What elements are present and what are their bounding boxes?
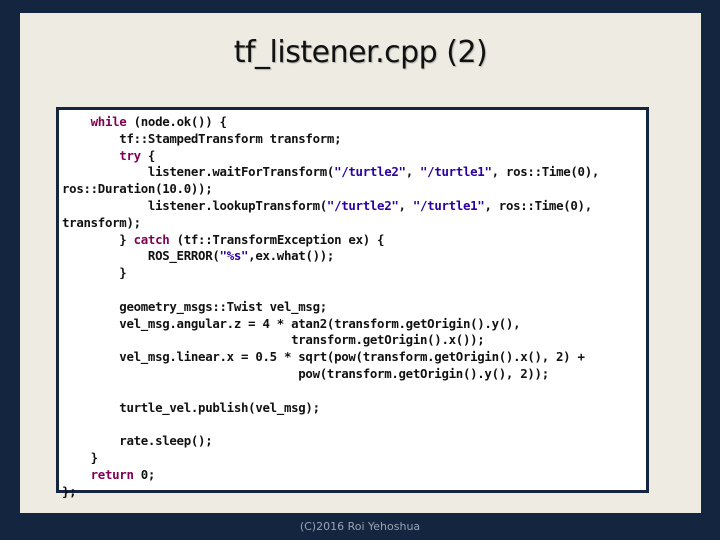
- code-text: transform);: [62, 214, 141, 230]
- code-text: };: [62, 483, 77, 499]
- code-block: while (node.ok()) { tf::StampedTransform…: [56, 107, 649, 499]
- code-text: 0;: [133, 466, 156, 482]
- code-text: }: [62, 231, 134, 247]
- code-line: }: [62, 265, 126, 280]
- code-text: , ros::Time(0),: [484, 197, 592, 213]
- code-line: vel_msg.linear.x = 0.5 * sqrt(pow(transf…: [62, 349, 585, 364]
- code-text: transform.getOrigin().x());: [62, 332, 485, 348]
- code-string: "/turtle1": [412, 197, 485, 213]
- slide-footer-copyright: (C)2016 Roi Yehoshua: [299, 520, 421, 533]
- code-text: turtle_vel.publish(vel_msg);: [62, 399, 320, 415]
- code-line: ROS_ERROR("%s",ex.what());: [62, 248, 334, 263]
- code-line: geometry_msgs::Twist vel_msg;: [62, 299, 327, 314]
- code-text: (tf::TransformException ex) {: [169, 231, 385, 247]
- code-keyword: return: [90, 466, 134, 482]
- code-text: }: [62, 265, 127, 281]
- code-listing: while (node.ok()) { tf::StampedTransform…: [62, 114, 599, 500]
- code-text: vel_msg.linear.x = 0.5 * sqrt(pow(transf…: [62, 349, 585, 365]
- code-text: ,: [405, 164, 421, 180]
- code-text: ,ex.what());: [248, 248, 335, 264]
- code-text: geometry_msgs::Twist vel_msg;: [62, 298, 327, 314]
- code-text: tf::StampedTransform transform;: [62, 130, 342, 146]
- code-keyword: try: [119, 147, 141, 163]
- code-string: "%s": [219, 248, 249, 264]
- code-line: transform);: [62, 215, 141, 230]
- code-keyword: while: [90, 114, 127, 129]
- code-text: }: [62, 449, 98, 465]
- code-text: rate.sleep();: [62, 433, 213, 449]
- code-line: }: [62, 450, 98, 465]
- code-line: while (node.ok()) {: [62, 114, 227, 129]
- code-line: rate.sleep();: [62, 433, 212, 448]
- code-text: {: [140, 147, 156, 163]
- code-keyword: catch: [133, 231, 170, 247]
- code-text: vel_msg.angular.z = 4 * atan2(transform.…: [62, 315, 521, 331]
- code-text: ,: [398, 197, 413, 213]
- code-text: ros::Duration(10.0));: [62, 181, 213, 197]
- code-text: , ros::Time(0),: [491, 164, 600, 180]
- slide-panel: tf_listener.cpp (2) while (node.ok()) { …: [20, 13, 701, 513]
- code-text: listener.lookupTransform(: [62, 197, 327, 213]
- code-line: vel_msg.angular.z = 4 * atan2(transform.…: [62, 316, 520, 331]
- code-string: "/turtle1": [420, 164, 492, 180]
- code-text: listener.waitForTransform(: [62, 164, 335, 180]
- code-string: "/turtle2": [326, 197, 399, 213]
- code-line: ros::Duration(10.0));: [62, 181, 213, 197]
- code-line: try {: [62, 148, 155, 163]
- code-line: turtle_vel.publish(vel_msg);: [62, 400, 320, 415]
- code-line: };: [62, 483, 77, 499]
- code-line: return 0;: [62, 466, 156, 482]
- code-string: "/turtle2": [334, 164, 406, 180]
- code-line: tf::StampedTransform transform;: [62, 131, 341, 146]
- code-text: pow(transform.getOrigin().y(), 2));: [62, 365, 549, 381]
- slide-title: tf_listener.cpp (2): [233, 35, 488, 70]
- code-line: listener.waitForTransform("/turtle2", "/…: [62, 164, 599, 179]
- code-line: } catch (tf::TransformException ex) {: [62, 232, 384, 247]
- code-text: (node.ok()) {: [126, 114, 227, 129]
- code-line: pow(transform.getOrigin().y(), 2));: [62, 366, 549, 381]
- code-line: transform.getOrigin().x());: [62, 332, 485, 348]
- code-line: listener.lookupTransform("/turtle2", "/t…: [62, 198, 592, 213]
- code-text: ROS_ERROR(: [62, 248, 220, 264]
